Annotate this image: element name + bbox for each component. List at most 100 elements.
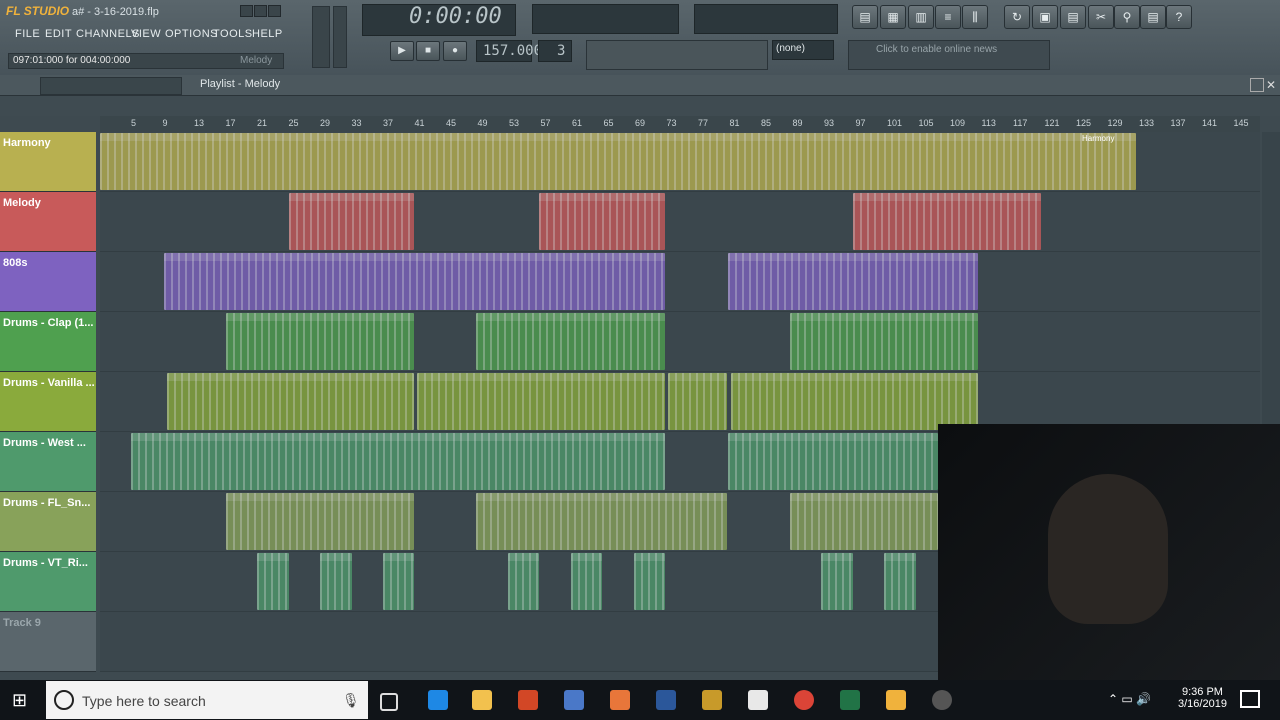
powerpoint-icon[interactable]	[518, 690, 538, 710]
track-lane[interactable]	[100, 192, 1260, 252]
notifications-icon[interactable]	[1240, 690, 1260, 708]
playlist-icon[interactable]: ▤	[852, 5, 878, 29]
track-name: Track 9	[3, 617, 41, 629]
stop-button[interactable]: ■	[416, 41, 440, 61]
track-header[interactable]: Drums - West ...	[0, 432, 96, 492]
clock-time: 9:36 PM	[1181, 686, 1223, 698]
ruler-tick: 85	[761, 118, 772, 128]
pattern-clip[interactable]	[131, 433, 665, 490]
pattern-clip[interactable]	[476, 493, 727, 550]
playlist-tools[interactable]	[40, 77, 182, 95]
master-pitch-slider[interactable]	[333, 6, 347, 68]
clock-date: 3/16/2019	[1178, 698, 1227, 710]
pattern-clip[interactable]	[634, 553, 665, 610]
track-header[interactable]: Drums - Clap (1...	[0, 312, 96, 372]
browser-icon[interactable]: ≡	[935, 5, 961, 29]
pattern-clip[interactable]	[417, 373, 665, 430]
notes-icon[interactable]: ▤	[1140, 5, 1166, 29]
microphone-icon[interactable]: 🎙	[342, 692, 360, 709]
menu-options[interactable]: OPTIONS	[165, 28, 218, 40]
restore-icon[interactable]	[254, 5, 267, 17]
chrome-icon[interactable]	[794, 690, 814, 710]
track-name: Drums - VT_Ri...	[3, 557, 88, 569]
app-icon-2[interactable]	[610, 690, 630, 710]
render-icon[interactable]: ▤	[1060, 5, 1086, 29]
app-icon-3[interactable]	[702, 690, 722, 710]
pattern-clip[interactable]	[167, 373, 414, 430]
pattern-clip[interactable]	[668, 373, 727, 430]
app-icon-1[interactable]	[564, 690, 584, 710]
track-header[interactable]: Harmony	[0, 132, 96, 192]
maximize-icon[interactable]	[1250, 78, 1264, 92]
save-icon[interactable]: ▣	[1032, 5, 1058, 29]
help-icon[interactable]: ?	[1166, 5, 1192, 29]
pattern-clip[interactable]	[476, 313, 665, 370]
pattern-clip[interactable]	[728, 253, 978, 310]
pattern-clip[interactable]	[383, 553, 414, 610]
menu-help[interactable]: HELP	[252, 28, 283, 40]
pattern-clip[interactable]	[728, 433, 938, 490]
pattern-clip[interactable]	[790, 313, 978, 370]
minimize-icon[interactable]	[240, 5, 253, 17]
record-button[interactable]: ●	[443, 41, 467, 61]
clip-header	[853, 193, 1041, 201]
track-header[interactable]: Track 9	[0, 612, 96, 672]
track-name: Drums - Clap (1...	[3, 317, 94, 329]
menu-view[interactable]: VIEW	[131, 28, 161, 40]
ruler-tick: 53	[509, 118, 520, 128]
pattern-clip[interactable]	[289, 193, 414, 250]
app-icon-4[interactable]	[932, 690, 952, 710]
pattern-clip[interactable]	[884, 553, 916, 610]
pattern-clip[interactable]	[257, 553, 289, 610]
windows-start-icon[interactable]: ⊞	[12, 690, 32, 710]
recording-options[interactable]	[586, 40, 768, 70]
track-name: Drums - Vanilla ...	[3, 377, 95, 389]
track-header[interactable]: Melody	[0, 192, 96, 252]
menu-file[interactable]: FILE	[15, 28, 40, 40]
pattern-clip[interactable]	[508, 553, 539, 610]
pattern-clip[interactable]	[790, 493, 938, 550]
pattern-clip[interactable]	[731, 373, 978, 430]
clip-header	[226, 313, 414, 321]
undo-icon[interactable]: ↻	[1004, 5, 1030, 29]
clock[interactable]: 9:36 PM 3/16/2019	[1178, 686, 1227, 710]
close-icon[interactable]	[268, 5, 281, 17]
mail-icon[interactable]	[748, 690, 768, 710]
pattern-clip[interactable]	[821, 553, 853, 610]
cut-icon[interactable]: ✂	[1088, 5, 1114, 29]
system-tray-icons[interactable]: ⌃ ▭ 🔊	[1108, 692, 1151, 706]
track-header[interactable]: Drums - Vanilla ...	[0, 372, 96, 432]
track-name: Melody	[3, 197, 41, 209]
pattern-clip[interactable]	[571, 553, 602, 610]
fl-studio-icon[interactable]	[886, 690, 906, 710]
excel-icon[interactable]	[840, 690, 860, 710]
play-button[interactable]: ▶	[390, 41, 414, 61]
close-playlist-icon[interactable]: ✕	[1266, 78, 1276, 92]
track-header[interactable]: Drums - VT_Ri...	[0, 552, 96, 612]
pattern-clip[interactable]	[164, 253, 665, 310]
track-header[interactable]: Drums - FL_Sn...	[0, 492, 96, 552]
mixer-icon[interactable]: ⫼	[962, 5, 988, 29]
step-sequencer-icon[interactable]: ▦	[880, 5, 906, 29]
search-tool-icon[interactable]: ⚲	[1114, 5, 1140, 29]
pattern-clip[interactable]	[320, 553, 352, 610]
word-icon[interactable]	[656, 690, 676, 710]
clip-header	[790, 493, 938, 501]
track-header[interactable]: 808s	[0, 252, 96, 312]
edge-icon[interactable]	[428, 690, 448, 710]
master-volume-slider[interactable]	[312, 6, 330, 68]
clip-header	[164, 253, 665, 261]
pattern-display[interactable]	[538, 40, 572, 62]
pattern-clip[interactable]	[226, 313, 414, 370]
ruler-tick: 73	[666, 118, 677, 128]
hint-pattern: Melody	[240, 55, 273, 66]
pattern-clip[interactable]	[539, 193, 665, 250]
pattern-clip[interactable]	[853, 193, 1041, 250]
pattern-clip[interactable]	[226, 493, 414, 550]
piano-roll-icon[interactable]: ▥	[908, 5, 934, 29]
menu-tools[interactable]: TOOLS	[213, 28, 253, 40]
task-view-icon[interactable]	[380, 693, 398, 711]
menu-edit[interactable]: EDIT	[45, 28, 72, 40]
file-explorer-icon[interactable]	[472, 690, 492, 710]
pattern-clip[interactable]	[100, 133, 1136, 190]
